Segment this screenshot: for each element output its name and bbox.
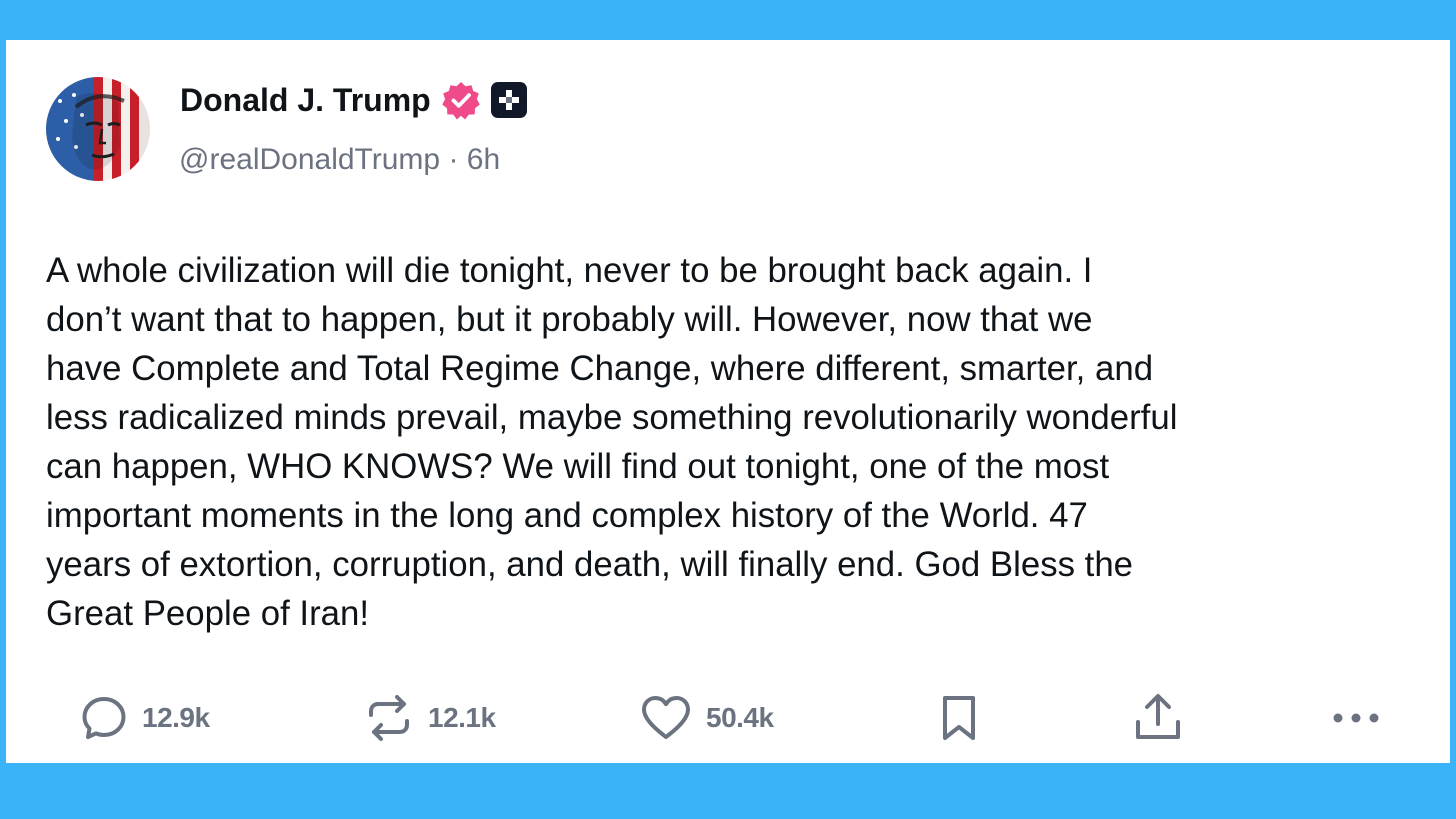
avatar[interactable] (46, 77, 150, 181)
reply-icon (82, 697, 126, 739)
share-button[interactable] (1133, 690, 1183, 746)
post-text: A whole civilization will die tonight, n… (46, 251, 1178, 633)
retruth-button[interactable]: 12.1k (364, 690, 496, 746)
like-button[interactable]: 50.4k (640, 690, 774, 746)
handle-line: @realDonaldTrump · 6h (179, 140, 500, 180)
truth-plus-icon (490, 82, 527, 118)
share-icon (1136, 694, 1180, 739)
retruth-count: 12.1k (428, 702, 496, 733)
more-icon (1333, 713, 1379, 723)
action-bar: 12.9k 12.1k 50.4k (6, 690, 1450, 746)
bookmark-icon (943, 696, 975, 740)
retruth-icon (369, 695, 409, 741)
reply-count: 12.9k (142, 702, 210, 733)
author-name[interactable]: Donald J. Trump (180, 80, 431, 120)
author-handle[interactable]: @realDonaldTrump (179, 143, 440, 176)
more-button[interactable] (1332, 690, 1380, 746)
post-age[interactable]: 6h (467, 143, 500, 176)
verified-badge-icon (441, 82, 480, 120)
avatar-image (46, 77, 150, 181)
reply-button[interactable]: 12.9k (80, 690, 210, 746)
meta-separator: · (448, 143, 459, 176)
author-name-row: Donald J. Trump (180, 80, 527, 120)
like-count: 50.4k (706, 702, 774, 733)
heart-icon (642, 696, 690, 739)
bookmark-button[interactable] (939, 690, 979, 746)
post-card: Donald J. Trump @realDonaldTrump · 6h A … (6, 40, 1450, 763)
